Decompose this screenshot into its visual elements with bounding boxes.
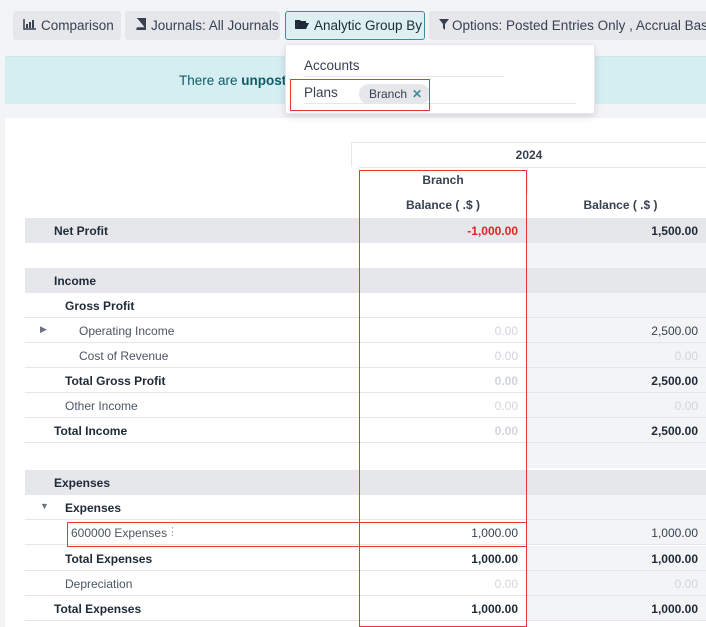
year-column-header: 2024 (351, 142, 706, 167)
report-row-operating-income[interactable]: ▶ Operating Income 0.00 2,500.00 (25, 318, 706, 343)
row-value-total: 0.00 (674, 349, 698, 363)
report-row-gross-profit[interactable]: Gross Profit (25, 293, 706, 318)
book-icon (135, 13, 147, 39)
row-label: Net Profit (54, 224, 108, 238)
accounts-option[interactable]: Accounts (304, 58, 360, 73)
row-label: Depreciation (65, 577, 133, 591)
report-row-cost-of-revenue[interactable]: Cost of Revenue 0.00 0.00 (25, 343, 706, 368)
branch-column-header: Branch (359, 167, 527, 193)
row-value-branch: 1,000.00 (471, 602, 518, 616)
filter-icon (439, 13, 449, 39)
row-value-branch: 0.00 (494, 424, 518, 438)
row-value-branch: 0.00 (494, 399, 518, 413)
row-value-total: 0.00 (674, 577, 698, 591)
row-value-branch: 0.00 (494, 577, 518, 591)
report-row-total-income[interactable]: Total Income 0.00 2,500.00 (25, 418, 706, 443)
bar-chart-icon (23, 13, 36, 39)
row-label: Gross Profit (65, 299, 135, 313)
report-row-depreciation[interactable]: Depreciation 0.00 0.00 (25, 571, 706, 596)
report-row-other-income[interactable]: Other Income 0.00 0.00 (25, 393, 706, 418)
row-label: 600000 Expenses (71, 526, 168, 540)
profit-loss-report: 2024 Branch Balance ( .$ ) Balance ( .$ … (5, 118, 706, 627)
analytic-group-by-label: Analytic Group By (314, 18, 423, 33)
analytic-group-by-dropdown: Accounts Plans Branch ✕ (285, 44, 595, 114)
report-row-expenses-group[interactable]: ▼ Expenses (25, 495, 706, 520)
report-row-600000-expenses[interactable]: 600000 Expenses ⋮ 1,000.00 1,000.00 (25, 520, 706, 545)
row-value-total: 1,000.00 (651, 552, 698, 566)
remove-tag-icon[interactable]: ✕ (412, 87, 422, 101)
row-value-branch: 0.00 (494, 349, 518, 363)
report-row-total-gross-profit[interactable]: Total Gross Profit 0.00 2,500.00 (25, 368, 706, 393)
report-row-income[interactable]: Income (25, 268, 706, 293)
caret-right-icon[interactable]: ▶ (40, 324, 47, 335)
spacer-row (25, 243, 706, 268)
banner-text: There are unposted (179, 73, 303, 88)
row-value-branch: 0.00 (494, 374, 518, 388)
journals-label: Journals: All Journals (151, 18, 279, 33)
report-row-total-expenses[interactable]: Total Expenses 1,000.00 1,000.00 (25, 596, 706, 621)
row-value-total: 1,000.00 (651, 602, 698, 616)
comparison-label: Comparison (41, 18, 114, 33)
report-row-expenses-section[interactable]: Expenses (25, 470, 706, 495)
plans-label: Plans (304, 85, 338, 100)
row-label: Total Expenses (54, 602, 142, 616)
options-label: Options: Posted Entries Only , Accrual B… (452, 18, 706, 33)
options-button[interactable]: Options: Posted Entries Only , Accrual B… (429, 11, 706, 40)
caret-down-icon[interactable]: ▼ (40, 501, 49, 511)
row-value-branch: 1,000.00 (471, 552, 518, 566)
row-label: Total Gross Profit (65, 374, 166, 388)
row-value-total: 1,000.00 (651, 526, 698, 540)
plans-field-underline[interactable] (304, 103, 576, 104)
kebab-menu-icon[interactable]: ⋮ (167, 525, 178, 538)
row-value-branch: 1,000.00 (471, 526, 518, 540)
column-header-spacer (527, 167, 706, 193)
row-label: Operating Income (79, 324, 175, 338)
balance-header-total: Balance ( .$ ) (583, 198, 658, 212)
row-value-total: 1,500.00 (651, 224, 698, 238)
journals-button[interactable]: Journals: All Journals (125, 11, 280, 40)
row-value-branch: 0.00 (494, 324, 518, 338)
row-value-total: 2,500.00 (651, 374, 698, 388)
row-value-total: 0.00 (674, 399, 698, 413)
row-label: Total Income (54, 424, 128, 438)
row-value-total: 2,500.00 (651, 424, 698, 438)
branch-tag: Branch ✕ (359, 84, 431, 104)
row-label: Other Income (65, 399, 138, 413)
folder-open-icon (295, 13, 309, 39)
row-label: Expenses (65, 501, 122, 515)
row-label: Income (54, 274, 97, 288)
report-row-net-profit[interactable]: Net Profit -1,000.00 1,500.00 (25, 218, 706, 243)
branch-tag-label: Branch (369, 87, 408, 101)
row-label: Expenses (54, 476, 111, 490)
report-row-total-expenses-group[interactable]: Total Expenses 1,000.00 1,000.00 (25, 546, 706, 571)
row-label: Total Expenses (65, 552, 153, 566)
row-value-total: 2,500.00 (651, 324, 698, 338)
row-label: Cost of Revenue (79, 349, 169, 363)
comparison-button[interactable]: Comparison (13, 11, 121, 40)
row-value-branch: -1,000.00 (467, 224, 518, 238)
balance-header-branch: Balance ( .$ ) (405, 198, 481, 212)
spacer-row (25, 443, 706, 468)
analytic-group-by-button[interactable]: Analytic Group By (285, 11, 425, 40)
accounts-field-underline (304, 76, 504, 77)
